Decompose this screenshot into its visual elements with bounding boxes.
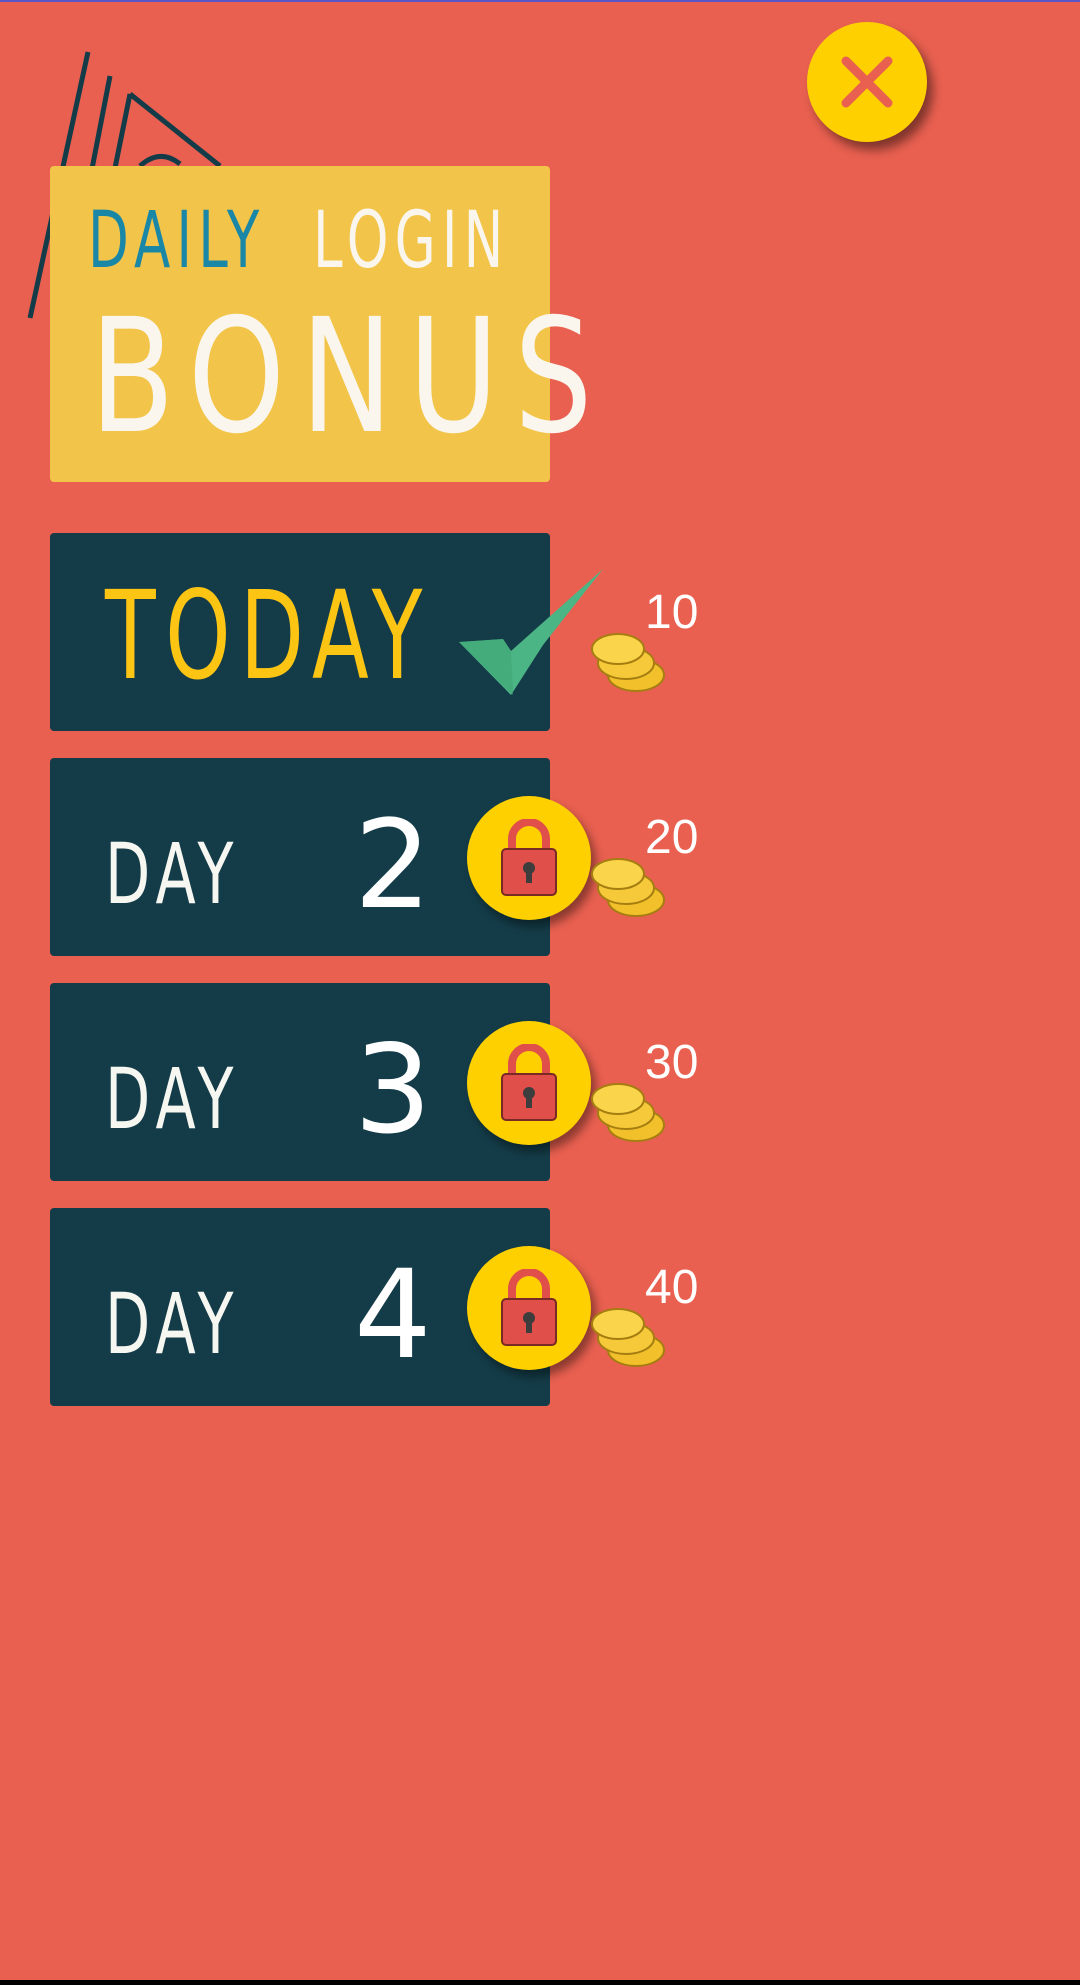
reward-amount: 40 (645, 1261, 699, 1314)
day-number: 2 (354, 794, 432, 936)
daily-login-bonus-screen: DAILY LOGIN BONUS TODAY 10 DAY 2 20 DAY … (0, 0, 1080, 1980)
lock-badge (467, 796, 591, 920)
reward-amount: 30 (645, 1036, 699, 1089)
lock-icon (501, 819, 557, 896)
today-label: TODAY (105, 565, 432, 707)
day-row-3[interactable]: DAY 3 30 (0, 983, 1080, 1183)
title-banner: DAILY LOGIN BONUS (50, 166, 592, 482)
lock-badge (467, 1246, 591, 1370)
day-label: DAY (105, 1275, 240, 1373)
lock-icon (501, 1269, 557, 1346)
title-daily: DAILY (88, 196, 266, 286)
day-number: 4 (354, 1244, 432, 1386)
reward-amount: 10 (645, 586, 699, 639)
lock-icon (501, 1044, 557, 1121)
close-button[interactable] (807, 22, 927, 142)
close-icon (841, 56, 893, 108)
day-row-2[interactable]: DAY 2 20 (0, 758, 1080, 958)
day-row-today[interactable]: TODAY 10 (0, 533, 1080, 733)
day-number: 3 (354, 1019, 432, 1161)
checkmark-icon (459, 569, 603, 695)
title-bonus: BONUS (90, 285, 609, 469)
day-label: DAY (105, 825, 240, 923)
day-label: DAY (105, 1050, 240, 1148)
reward-amount: 20 (645, 811, 699, 864)
title-login: LOGIN (313, 196, 510, 286)
lock-badge (467, 1021, 591, 1145)
day-row-4[interactable]: DAY 4 40 (0, 1208, 1080, 1408)
